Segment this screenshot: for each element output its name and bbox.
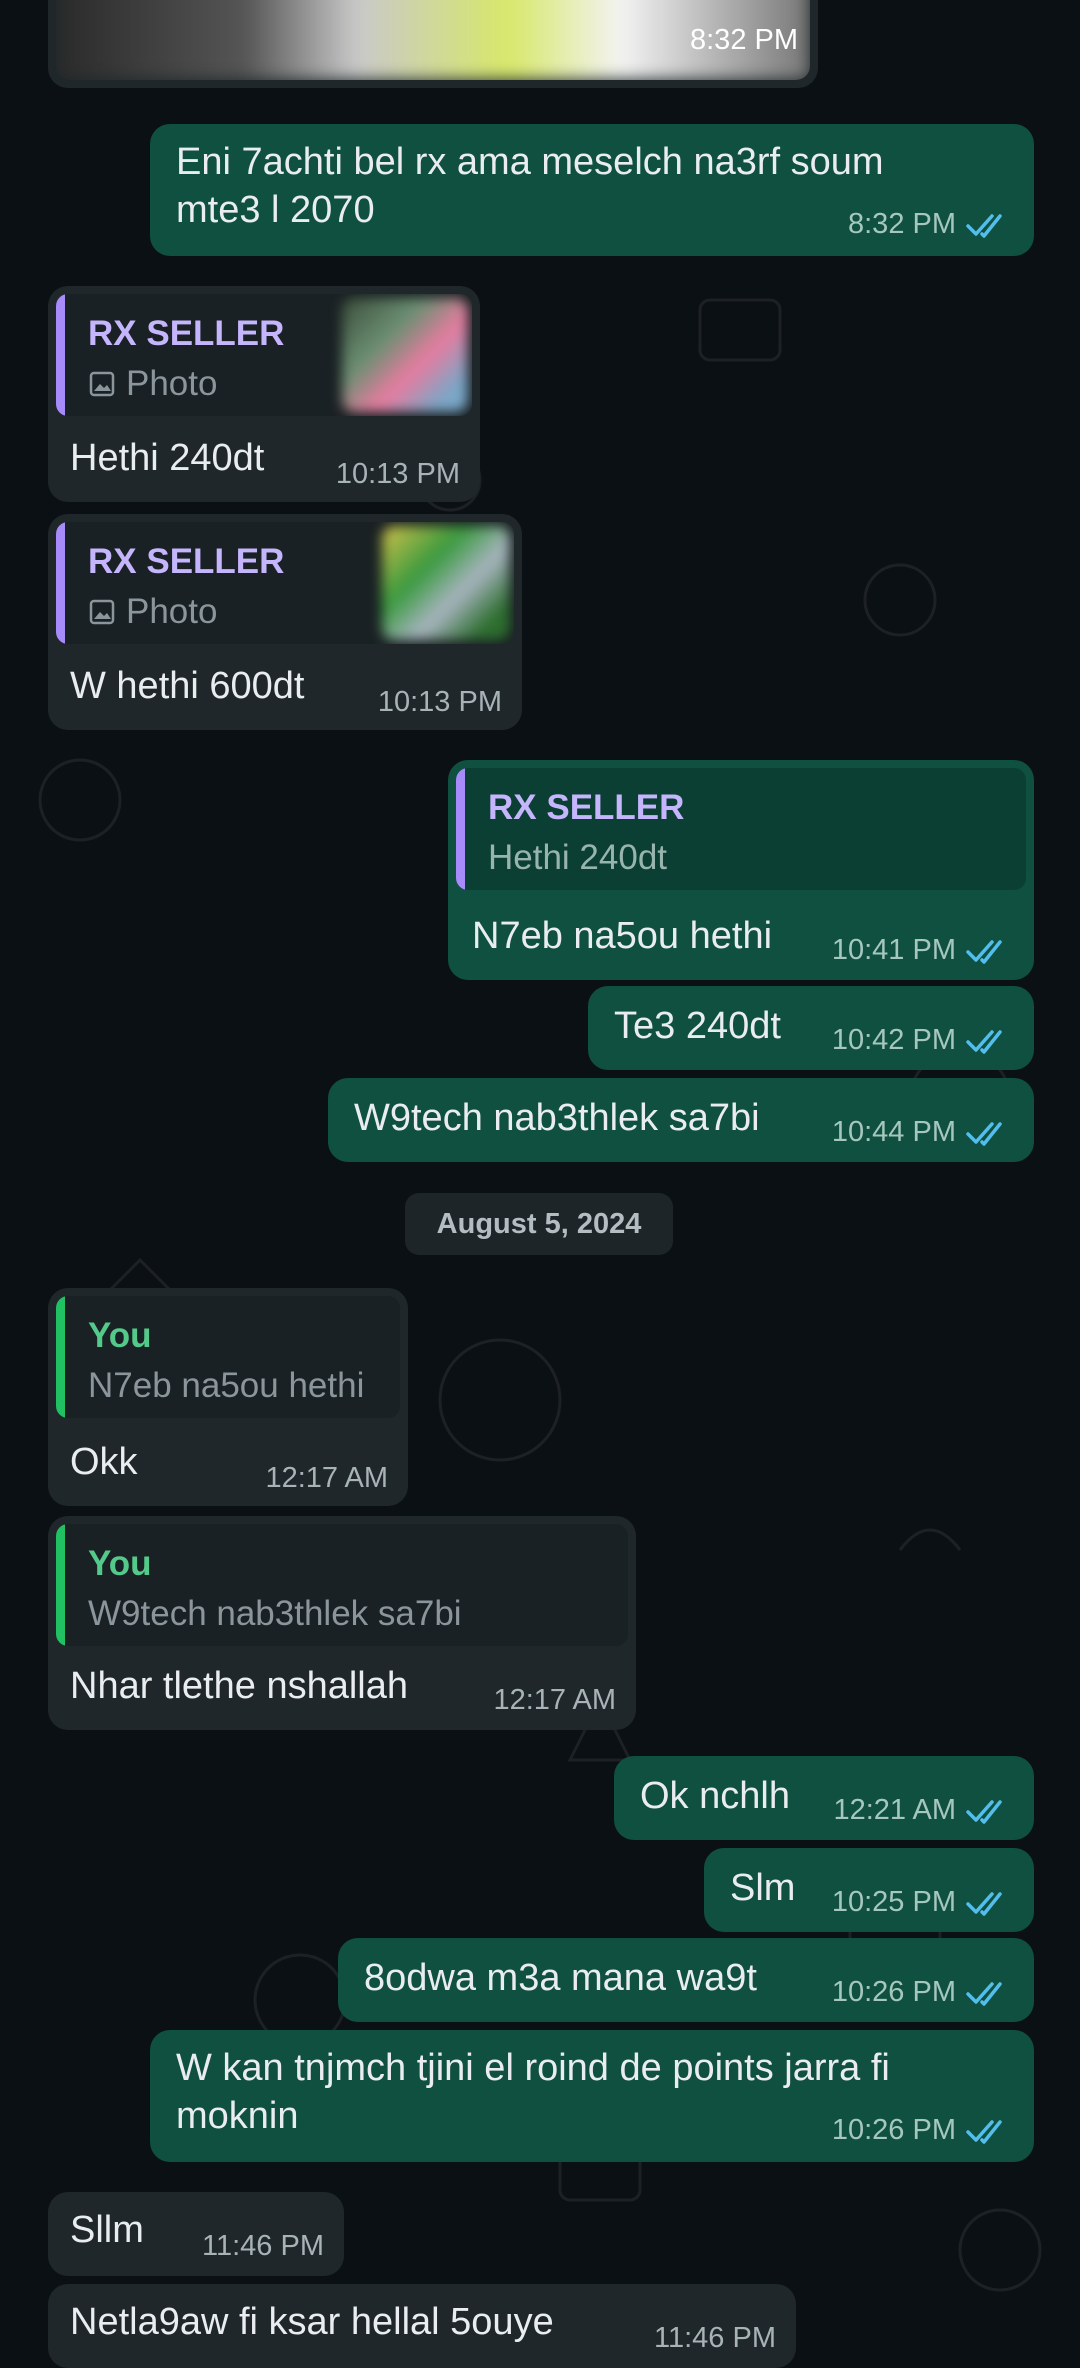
double-check-icon xyxy=(966,1981,1002,2006)
quote-author: You xyxy=(88,1316,152,1355)
message-text: W hethi 600dt xyxy=(70,665,305,707)
date-separator: August 5, 2024 xyxy=(405,1193,673,1255)
double-check-icon xyxy=(966,1799,1002,1824)
message-time: 10:26 PM xyxy=(831,2114,956,2146)
message-time: 8:32 PM xyxy=(848,208,956,240)
quote-text: W9tech nab3thlek sa7bi xyxy=(88,1594,462,1633)
quote-text: Photo xyxy=(126,364,218,403)
quote-author: RX SELLER xyxy=(88,314,285,353)
message-time: 11:46 PM xyxy=(654,2322,776,2354)
message-text: Te3 240dt xyxy=(614,1005,781,1047)
outgoing-message[interactable]: Eni 7achti bel rx ama meselch na3rf soum… xyxy=(150,124,1034,256)
incoming-reply-message[interactable]: RX SELLER Photo W hethi 600dt 10:13 PM xyxy=(48,514,522,730)
message-text-line1: W kan tnjmch tjini el roind de points ja… xyxy=(176,2047,890,2089)
quote-bar xyxy=(56,522,65,644)
outgoing-message[interactable]: Ok nchlh 12:21 AM xyxy=(614,1756,1034,1840)
incoming-message[interactable]: Sllm 11:46 PM xyxy=(48,2192,344,2276)
double-check-icon xyxy=(966,213,1002,238)
message-text: 8odwa m3a mana wa9t xyxy=(364,1957,757,1999)
message-time: 10:13 PM xyxy=(377,686,502,718)
message-time: 8:32 PM xyxy=(690,24,798,56)
quoted-message[interactable]: RX SELLER Photo xyxy=(56,522,514,644)
message-text: Nhar tlethe nshallah xyxy=(70,1665,408,1707)
double-check-icon xyxy=(966,1891,1002,1916)
outgoing-message[interactable]: W9tech nab3thlek sa7bi 10:44 PM xyxy=(328,1078,1034,1162)
message-text-line1: Eni 7achti bel rx ama meselch na3rf soum xyxy=(176,141,884,183)
quoted-message[interactable]: RX SELLER Hethi 240dt xyxy=(456,768,1026,890)
quote-text: N7eb na5ou hethi xyxy=(88,1366,365,1405)
quote-author: RX SELLER xyxy=(88,542,285,581)
message-text: Sllm xyxy=(70,2209,144,2251)
message-time: 12:17 AM xyxy=(265,1462,388,1494)
quote-text: Hethi 240dt xyxy=(488,838,668,877)
message-text: N7eb na5ou hethi xyxy=(472,915,773,957)
message-text: Hethi 240dt xyxy=(70,437,265,479)
incoming-reply-message[interactable]: You N7eb na5ou hethi Okk 12:17 AM xyxy=(48,1288,408,1506)
message-text: Okk xyxy=(70,1441,138,1483)
quoted-message[interactable]: You N7eb na5ou hethi xyxy=(56,1296,400,1418)
quote-bar xyxy=(456,768,465,890)
message-time: 10:41 PM xyxy=(831,934,956,966)
outgoing-message[interactable]: W kan tnjmch tjini el roind de points ja… xyxy=(150,2030,1034,2162)
image-icon xyxy=(89,599,115,625)
message-time: 10:25 PM xyxy=(831,1886,956,1918)
message-text: Ok nchlh xyxy=(640,1775,790,1817)
quote-photo-thumbnail xyxy=(342,298,468,412)
double-check-icon xyxy=(966,2119,1002,2144)
incoming-reply-message[interactable]: You W9tech nab3thlek sa7bi Nhar tlethe n… xyxy=(48,1516,636,1730)
double-check-icon xyxy=(966,939,1002,964)
quote-author: You xyxy=(88,1544,152,1583)
image-icon xyxy=(89,371,115,397)
image-message[interactable]: 8:32 PM xyxy=(48,0,818,88)
outgoing-reply-message[interactable]: RX SELLER Hethi 240dt N7eb na5ou hethi 1… xyxy=(448,760,1034,980)
message-text-line2: mte3 l 2070 xyxy=(176,189,375,231)
message-text-line2: moknin xyxy=(176,2095,299,2137)
message-text: W9tech nab3thlek sa7bi xyxy=(354,1097,760,1139)
message-time: 10:42 PM xyxy=(831,1024,956,1056)
outgoing-message[interactable]: Slm 10:25 PM xyxy=(704,1848,1034,1932)
incoming-message[interactable]: Netla9aw fi ksar hellal 5ouye 11:46 PM xyxy=(48,2284,796,2368)
quoted-message[interactable]: RX SELLER Photo xyxy=(56,294,472,416)
message-time: 10:13 PM xyxy=(335,458,460,490)
quote-bar xyxy=(56,294,65,416)
quoted-message[interactable]: You W9tech nab3thlek sa7bi xyxy=(56,1524,628,1646)
outgoing-message[interactable]: Te3 240dt 10:42 PM xyxy=(588,986,1034,1070)
quote-author: RX SELLER xyxy=(488,788,685,827)
message-time: 12:21 AM xyxy=(833,1794,956,1826)
quote-bar xyxy=(56,1296,65,1418)
quote-bar xyxy=(56,1524,65,1646)
double-check-icon xyxy=(966,1029,1002,1054)
double-check-icon xyxy=(966,1121,1002,1146)
incoming-reply-message[interactable]: RX SELLER Photo Hethi 240dt 10:13 PM xyxy=(48,286,480,502)
outgoing-message[interactable]: 8odwa m3a mana wa9t 10:26 PM xyxy=(338,1938,1034,2022)
message-time: 10:26 PM xyxy=(831,1976,956,2008)
message-text: Netla9aw fi ksar hellal 5ouye xyxy=(70,2301,554,2343)
message-time: 11:46 PM xyxy=(202,2230,324,2262)
message-text: Slm xyxy=(730,1867,796,1909)
message-time: 12:17 AM xyxy=(493,1684,616,1716)
quote-photo-thumbnail xyxy=(382,526,510,640)
message-time: 10:44 PM xyxy=(831,1116,956,1148)
quote-text: Photo xyxy=(126,592,218,631)
